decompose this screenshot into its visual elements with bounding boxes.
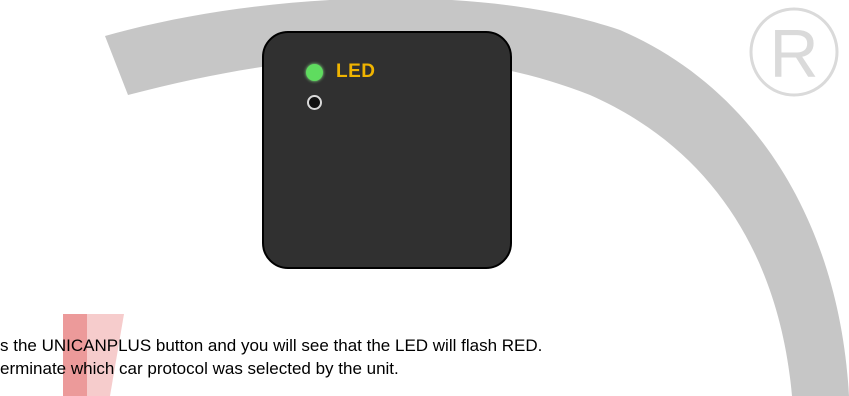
registered-mark-letter: R <box>769 16 818 92</box>
document-page: R LED s the UNICANPLUS button and you wi… <box>0 0 849 396</box>
button-hole <box>307 95 322 110</box>
instruction-text: s the UNICANPLUS button and you will see… <box>0 334 542 380</box>
instruction-line-1: s the UNICANPLUS button and you will see… <box>0 336 543 355</box>
led-label: LED <box>336 61 376 82</box>
instruction-line-2: erminate which car protocol was selected… <box>0 359 399 378</box>
led-indicator-green <box>306 64 323 81</box>
device-panel: LED <box>262 31 512 269</box>
